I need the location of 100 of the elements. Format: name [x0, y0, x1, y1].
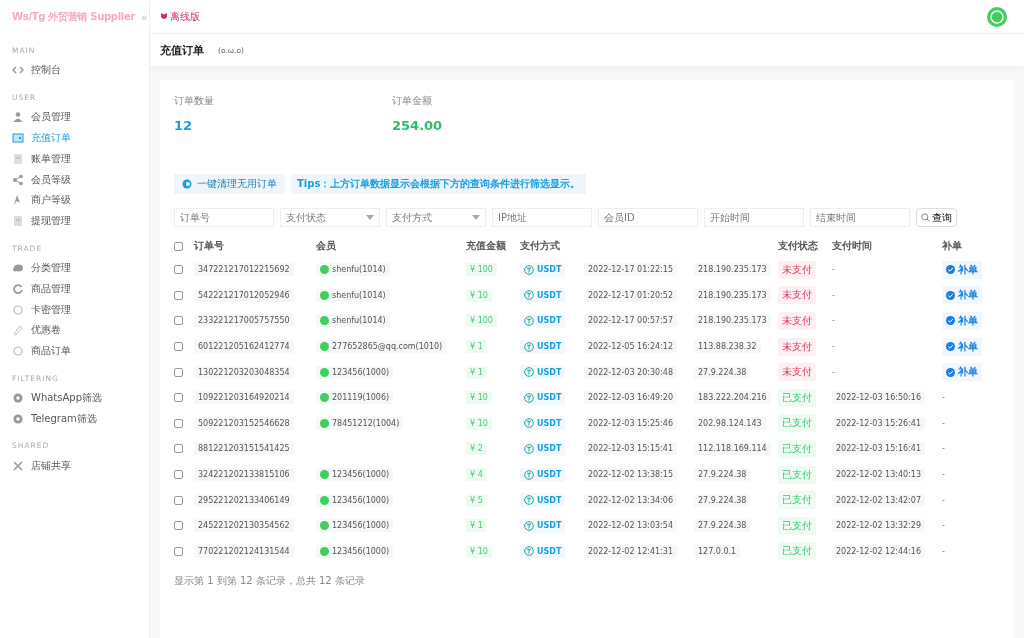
pagination-info: 显示第 1 到第 12 条记录，总共 12 条记录 [174, 574, 366, 589]
coin-icon [524, 392, 534, 403]
table-cell: - [942, 495, 945, 505]
sidebar-item[interactable]: 商户等级 [12, 190, 149, 211]
created-time: 2022-12-03 20:30:48 [584, 365, 677, 379]
ip-address: 27.9.224.38 [694, 519, 751, 533]
pay-time: 2022-12-02 13:42:07 [832, 493, 925, 507]
checkbox[interactable] [174, 367, 183, 377]
select-field[interactable]: 支付方式 [386, 208, 486, 227]
member-tag: 123456(1000) [316, 519, 394, 533]
ip-address: 218.190.235.173 [694, 263, 771, 277]
checkbox[interactable] [174, 265, 183, 275]
select-field[interactable]: 支付状态 [280, 208, 380, 227]
column-header: 支付状态 [778, 239, 819, 253]
checkbox[interactable] [174, 342, 183, 352]
sidebar-item[interactable]: 会员等级 [12, 169, 149, 190]
input-field[interactable]: 开始时间 [704, 208, 804, 227]
chat-icon [320, 265, 329, 275]
amount-tag: ¥ 100 [466, 314, 497, 328]
ip-address: 202.98.124.143 [694, 416, 766, 430]
ip-address: 183.222.204.216 [694, 391, 771, 405]
document-icon [12, 152, 24, 165]
checkbox[interactable] [174, 444, 183, 454]
coin-icon [524, 341, 534, 352]
tips-text: Tips：上方订单数据显示会根据下方的查询条件进行筛选显示。 [291, 174, 587, 194]
fix-order-button[interactable]: 补单 [942, 363, 982, 382]
sidebar-item[interactable]: Telegram筛选 [12, 408, 149, 430]
status-tag: 已支付 [778, 491, 816, 510]
column-header: 支付方式 [520, 239, 561, 253]
sidebar-item[interactable]: WhatsApp筛选 [12, 387, 149, 409]
pay-time: 2022-12-02 13:40:13 [832, 468, 925, 482]
input-field[interactable]: IP地址 [492, 208, 592, 227]
created-time: 2022-12-03 16:49:20 [584, 391, 677, 405]
sidebar-item[interactable]: 店铺共享 [12, 455, 149, 476]
checkbox[interactable] [174, 241, 183, 251]
checkbox[interactable] [174, 316, 183, 326]
ip-address: 27.9.224.38 [694, 365, 751, 379]
checkbox[interactable] [174, 521, 183, 531]
status-tag: 已支付 [778, 465, 816, 484]
sidebar-item[interactable]: 控制台 [12, 60, 149, 81]
coin-icon [524, 418, 534, 429]
table-cell: - [942, 418, 945, 428]
sidebar-item[interactable]: 会员管理 [12, 106, 149, 128]
fix-order-button[interactable]: 补单 [942, 337, 982, 356]
order-number: 130221203203048354 [194, 365, 294, 379]
chat-icon [320, 393, 329, 403]
column-header: 支付时间 [832, 239, 873, 253]
coin-icon [524, 495, 534, 506]
pay-time: 2022-12-02 13:32:29 [832, 519, 925, 533]
order-number: 601221205162412774 [194, 340, 294, 354]
amount-tag: ¥ 10 [466, 391, 492, 405]
check-icon [946, 342, 955, 352]
tag-icon [12, 324, 24, 337]
order-number: 245221202130354562 [194, 519, 294, 533]
payment-tag: USDT [520, 544, 566, 559]
status-tag: 未支付 [778, 260, 816, 279]
input-field[interactable]: 会员ID [598, 208, 698, 227]
amount-tag: ¥ 10 [466, 544, 492, 558]
status-tag: 未支付 [778, 286, 816, 305]
input-field[interactable]: 订单号 [174, 208, 274, 227]
sidebar-item[interactable]: 卡密管理 [12, 299, 149, 320]
sidebar-item[interactable]: 账单管理 [12, 148, 149, 170]
sidebar-item[interactable]: 提现管理 [12, 210, 149, 232]
checkbox[interactable] [174, 290, 183, 300]
ip-address: 218.190.235.173 [694, 314, 771, 328]
payment-tag: USDT [520, 262, 566, 277]
checkbox[interactable] [174, 470, 183, 480]
fix-order-button[interactable]: 补单 [942, 312, 982, 330]
search-button[interactable]: 查询 [916, 208, 957, 227]
fix-order-button[interactable]: 补单 [942, 286, 982, 305]
clean-orders-button[interactable]: 一键清理无用订单 [174, 174, 285, 194]
order-number: 509221203152546628 [194, 416, 294, 430]
checkbox[interactable] [174, 546, 183, 556]
sidebar-item[interactable]: 分类管理 [12, 257, 149, 279]
checkbox[interactable] [174, 495, 183, 505]
sidebar-item[interactable]: 商品管理 [12, 278, 149, 300]
coin-icon [524, 316, 534, 326]
sidebar-item[interactable]: 优惠卷 [12, 319, 149, 341]
pay-time: - [832, 290, 835, 300]
stat-value: 254.00 [392, 118, 444, 133]
checkbox[interactable] [174, 393, 183, 403]
chat-icon [320, 495, 329, 505]
card-icon [12, 132, 24, 144]
chat-icon [320, 470, 329, 480]
payment-tag: USDT [520, 493, 566, 508]
coin-icon [524, 469, 534, 480]
order-number: 347221217012215692 [194, 263, 294, 277]
payment-tag: USDT [520, 416, 566, 431]
amount-tag: ¥ 1 [466, 519, 487, 533]
amount-tag: ¥ 2 [466, 442, 487, 456]
fix-order-button[interactable]: 补单 [942, 260, 982, 279]
page-title: 充值订单 [160, 42, 204, 58]
input-field[interactable]: 结束时间 [810, 208, 910, 227]
check-icon [946, 316, 955, 326]
checkbox[interactable] [174, 418, 183, 428]
sidebar-item[interactable]: 商品订单 [12, 340, 149, 362]
payment-tag: USDT [520, 441, 566, 456]
pay-time: - [832, 316, 835, 326]
order-number: 109221203164920214 [194, 391, 294, 405]
created-time: 2022-12-02 13:34:06 [584, 493, 677, 507]
